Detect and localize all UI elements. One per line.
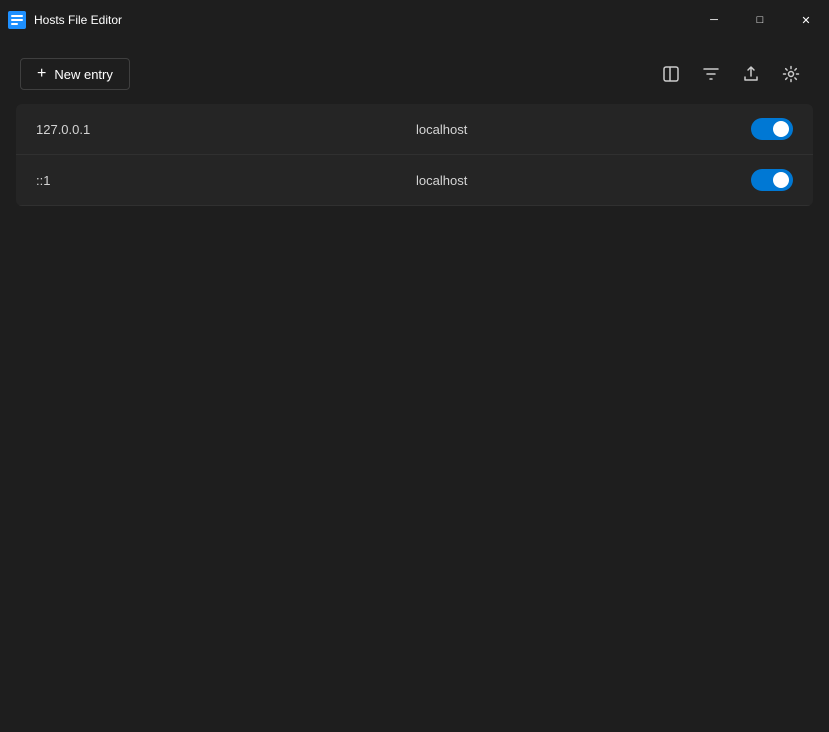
toggle-container [743, 169, 793, 191]
plus-icon: + [37, 66, 46, 82]
host-ip: ::1 [36, 173, 416, 188]
toggle-slider [751, 169, 793, 191]
filter-icon [702, 65, 720, 83]
export-button[interactable] [733, 56, 769, 92]
title-bar: Hosts File Editor ─ □ ✕ [0, 0, 829, 40]
toggle-slider [751, 118, 793, 140]
new-entry-button[interactable]: + New entry [20, 58, 130, 90]
host-ip: 127.0.0.1 [36, 122, 416, 137]
panel-button[interactable] [653, 56, 689, 92]
host-name: localhost [416, 122, 743, 137]
app-icon [8, 11, 26, 29]
minimize-button[interactable]: ─ [691, 0, 737, 40]
title-bar-controls: ─ □ ✕ [691, 0, 829, 40]
app-title: Hosts File Editor [34, 13, 122, 27]
close-button[interactable]: ✕ [783, 0, 829, 40]
export-icon [742, 65, 760, 83]
filter-button[interactable] [693, 56, 729, 92]
table-row[interactable]: ::1localhost [16, 155, 813, 206]
hosts-list: 127.0.0.1localhost::1localhost [16, 104, 813, 206]
new-entry-label: New entry [54, 67, 113, 82]
table-row[interactable]: 127.0.0.1localhost [16, 104, 813, 155]
maximize-button[interactable]: □ [737, 0, 783, 40]
toggle-container [743, 118, 793, 140]
toolbar-right [653, 56, 809, 92]
enable-toggle[interactable] [751, 118, 793, 140]
settings-icon [782, 65, 800, 83]
toolbar: + New entry [0, 40, 829, 104]
host-name: localhost [416, 173, 743, 188]
toolbar-left: + New entry [20, 58, 130, 90]
enable-toggle[interactable] [751, 169, 793, 191]
settings-button[interactable] [773, 56, 809, 92]
panel-icon [662, 65, 680, 83]
title-bar-left: Hosts File Editor [8, 11, 122, 29]
